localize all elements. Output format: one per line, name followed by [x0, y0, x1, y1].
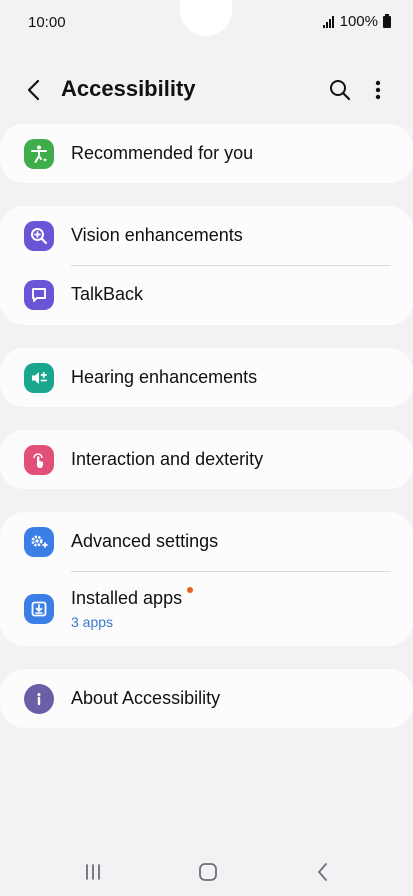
item-talkback[interactable]: TalkBack — [0, 265, 413, 324]
item-vision-enhancements[interactable]: Vision enhancements — [0, 206, 413, 265]
card-about: About Accessibility — [0, 669, 413, 728]
card-vision: Vision enhancements TalkBack — [0, 206, 413, 325]
card-hearing: Hearing enhancements — [0, 348, 413, 407]
battery-percent: 100% — [339, 13, 378, 30]
back-nav-button[interactable] — [303, 858, 343, 886]
item-recommended[interactable]: Recommended for you — [0, 124, 413, 183]
battery-icon — [383, 13, 391, 28]
item-advanced-settings[interactable]: Advanced settings — [0, 512, 413, 571]
speech-bubble-icon — [24, 279, 54, 310]
new-indicator-dot — [187, 587, 193, 593]
app-header: Accessibility — [0, 66, 413, 112]
item-label: About Accessibility — [71, 688, 221, 708]
status-time: 10:00 — [28, 14, 66, 31]
recent-apps-icon — [86, 864, 100, 880]
back-button[interactable] — [18, 74, 50, 106]
more-vertical-icon — [375, 80, 381, 100]
status-indicators: 100% — [322, 13, 391, 30]
search-icon — [330, 80, 351, 101]
status-bar: 10:00 100% — [0, 0, 413, 46]
back-nav-icon — [318, 863, 327, 881]
signal-icon — [322, 15, 334, 28]
item-hearing-enhancements[interactable]: Hearing enhancements — [0, 348, 413, 407]
recent-apps-button[interactable] — [73, 858, 113, 886]
search-button[interactable] — [324, 74, 356, 106]
magnify-plus-icon — [24, 220, 54, 251]
navigation-bar — [0, 848, 413, 896]
camera-notch — [180, 0, 232, 36]
speaker-plus-icon — [24, 362, 54, 393]
item-label: Vision enhancements — [71, 225, 243, 245]
home-icon — [199, 863, 217, 881]
item-subtext: 3 apps — [71, 614, 114, 630]
item-label: Advanced settings — [71, 531, 219, 551]
item-label: Installed apps — [71, 588, 183, 608]
more-options-button[interactable] — [362, 74, 394, 106]
card-recommended: Recommended for you — [0, 124, 413, 183]
touch-hand-icon — [24, 444, 54, 475]
info-icon — [24, 683, 54, 714]
item-label: Interaction and dexterity — [71, 449, 264, 469]
item-installed-apps[interactable]: Installed apps 3 apps — [0, 571, 413, 646]
chevron-left-icon — [27, 79, 40, 101]
download-box-icon — [24, 593, 54, 624]
item-label: Recommended for you — [71, 143, 254, 163]
item-label: Hearing enhancements — [71, 367, 258, 387]
page-title: Accessibility — [61, 76, 196, 101]
accessibility-person-icon — [24, 138, 54, 169]
gears-plus-icon — [24, 526, 54, 557]
card-interaction: Interaction and dexterity — [0, 430, 413, 489]
item-interaction-dexterity[interactable]: Interaction and dexterity — [0, 430, 413, 489]
item-about-accessibility[interactable]: About Accessibility — [0, 669, 413, 728]
card-advanced: Advanced settings Installed apps 3 apps — [0, 512, 413, 646]
item-label: TalkBack — [71, 284, 144, 304]
home-button[interactable] — [188, 858, 228, 886]
